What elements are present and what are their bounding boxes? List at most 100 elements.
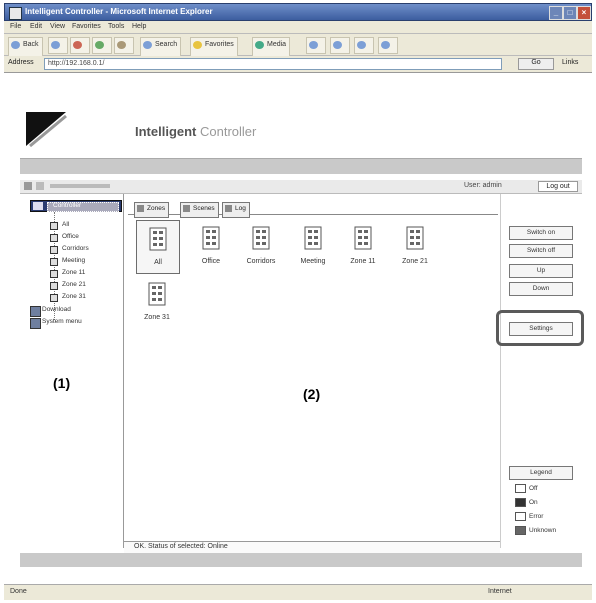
- tree-item-all[interactable]: All: [62, 221, 69, 228]
- header-band: [20, 158, 582, 174]
- window-title: Intelligent Controller - Microsoft Inter…: [25, 7, 213, 16]
- zone-label: All: [154, 259, 162, 266]
- menu-tools[interactable]: Tools: [108, 23, 124, 30]
- stop-icon: [73, 41, 82, 49]
- tree-node-icon: [50, 222, 58, 230]
- zone-tile[interactable]: Zone 21: [394, 220, 436, 272]
- zone-label: Zone 11: [350, 258, 376, 265]
- menu-file[interactable]: File: [10, 23, 21, 30]
- search-button[interactable]: Search: [140, 37, 182, 57]
- tree-node-icon: [50, 282, 58, 290]
- history-icon: [309, 41, 318, 49]
- system-menu-icon: [30, 318, 41, 329]
- tree-item-zone-11[interactable]: Zone 11: [62, 269, 85, 276]
- minimize-button[interactable]: _: [549, 6, 563, 20]
- tab-bar: Zones Scenes Log: [128, 202, 498, 218]
- edit-icon: [381, 41, 390, 49]
- menu-help[interactable]: Help: [132, 23, 146, 30]
- menu-favorites[interactable]: Favorites: [72, 23, 101, 30]
- status-strip: OK. Status of selected: Online: [124, 541, 500, 553]
- nav-forward-icon[interactable]: [36, 182, 44, 190]
- tree-item-download[interactable]: Download: [42, 306, 71, 313]
- search-icon: [143, 41, 152, 49]
- refresh-button[interactable]: [92, 37, 112, 54]
- tree-item-zone-31[interactable]: Zone 31: [62, 293, 86, 300]
- maximize-button[interactable]: □: [563, 6, 577, 20]
- switch-on-button[interactable]: Switch on: [509, 226, 573, 240]
- zones-tab-icon: [137, 205, 144, 212]
- tree-item-meeting[interactable]: Meeting: [62, 257, 85, 264]
- forward-button[interactable]: [48, 37, 68, 54]
- close-button[interactable]: ×: [577, 6, 591, 20]
- switch-off-button[interactable]: Switch off: [509, 244, 573, 258]
- browser-status-text: Done: [10, 588, 27, 595]
- up-button[interactable]: Up: [509, 264, 573, 278]
- print-icon: [357, 41, 366, 49]
- address-input[interactable]: http://192.168.0.1/: [44, 58, 502, 70]
- stop-button[interactable]: [70, 37, 90, 54]
- footer-band: [20, 553, 582, 567]
- address-bar: Address http://192.168.0.1/ Go Links: [4, 56, 592, 73]
- legend-row-error: Error: [515, 512, 543, 521]
- mail-icon: [333, 41, 342, 49]
- download-icon: [30, 306, 41, 317]
- legend-row-on: On: [515, 498, 538, 507]
- zone-label: Meeting: [300, 258, 326, 265]
- tree-item-office[interactable]: Office: [62, 233, 79, 240]
- media-button[interactable]: Media: [252, 37, 291, 57]
- zone-tile[interactable]: Office: [190, 220, 232, 272]
- legend-swatch-unknown: [515, 526, 526, 535]
- callout-marker-1: (1): [53, 375, 71, 391]
- edit-button[interactable]: [378, 37, 398, 54]
- window-title-bar: Intelligent Controller - Microsoft Inter…: [4, 3, 592, 21]
- page-header: Intelligent Controller: [20, 104, 582, 158]
- legend-row-unknown: Unknown: [515, 526, 556, 535]
- links-label[interactable]: Links: [562, 59, 578, 66]
- history-button[interactable]: [306, 37, 326, 54]
- tab-zones[interactable]: Zones: [134, 202, 170, 218]
- home-button[interactable]: [114, 37, 134, 54]
- nav-path: [50, 184, 110, 188]
- print-button[interactable]: [354, 37, 374, 54]
- media-label: Media: [267, 41, 287, 48]
- zone-label: Zone 31: [144, 314, 170, 321]
- zone-building-icon: [406, 226, 424, 250]
- tab-log-label: Log: [235, 205, 246, 212]
- brand-bold: Intelligent: [135, 124, 197, 139]
- internet-zone-label: Internet: [488, 588, 512, 595]
- tree-item-system-menu[interactable]: System menu: [42, 318, 82, 325]
- menu-edit[interactable]: Edit: [30, 23, 42, 30]
- browser-status-bar: Done Internet: [4, 584, 592, 600]
- zone-tile[interactable]: Zone 11: [342, 220, 384, 272]
- home-icon: [117, 41, 126, 49]
- tree-root-controller[interactable]: Controller: [30, 200, 122, 212]
- legend-swatch-off: [515, 484, 526, 493]
- tree-item-zone-21[interactable]: Zone 21: [62, 281, 86, 288]
- back-button[interactable]: Back: [8, 37, 43, 57]
- tree-node-icon: [50, 294, 58, 302]
- tab-log[interactable]: Log: [222, 202, 250, 218]
- favorites-button[interactable]: Favorites: [190, 37, 238, 57]
- nav-back-icon[interactable]: [24, 182, 32, 190]
- tree-item-corridors[interactable]: Corridors: [62, 245, 89, 252]
- go-button[interactable]: Go: [518, 58, 554, 70]
- tree-node-icon: [50, 246, 58, 254]
- logout-button[interactable]: Log out: [538, 181, 578, 192]
- controller-icon: [33, 202, 43, 210]
- zone-tile[interactable]: All: [136, 220, 180, 274]
- legend-label-error: Error: [529, 513, 544, 521]
- mail-button[interactable]: [330, 37, 350, 54]
- down-button[interactable]: Down: [509, 282, 573, 296]
- menu-view[interactable]: View: [50, 23, 65, 30]
- media-icon: [255, 41, 264, 49]
- search-label: Search: [155, 41, 178, 48]
- refresh-icon: [95, 41, 104, 49]
- zone-tile[interactable]: Corridors: [240, 220, 282, 272]
- legend-label-off: Off: [529, 485, 538, 493]
- tab-scenes-label: Scenes: [193, 205, 215, 212]
- brand-title: Intelligent Controller: [135, 124, 256, 139]
- tab-scenes[interactable]: Scenes: [180, 202, 219, 218]
- zone-tile[interactable]: Meeting: [292, 220, 334, 272]
- zone-tile[interactable]: Zone 31: [136, 276, 178, 328]
- legend-label-unknown: Unknown: [529, 527, 557, 535]
